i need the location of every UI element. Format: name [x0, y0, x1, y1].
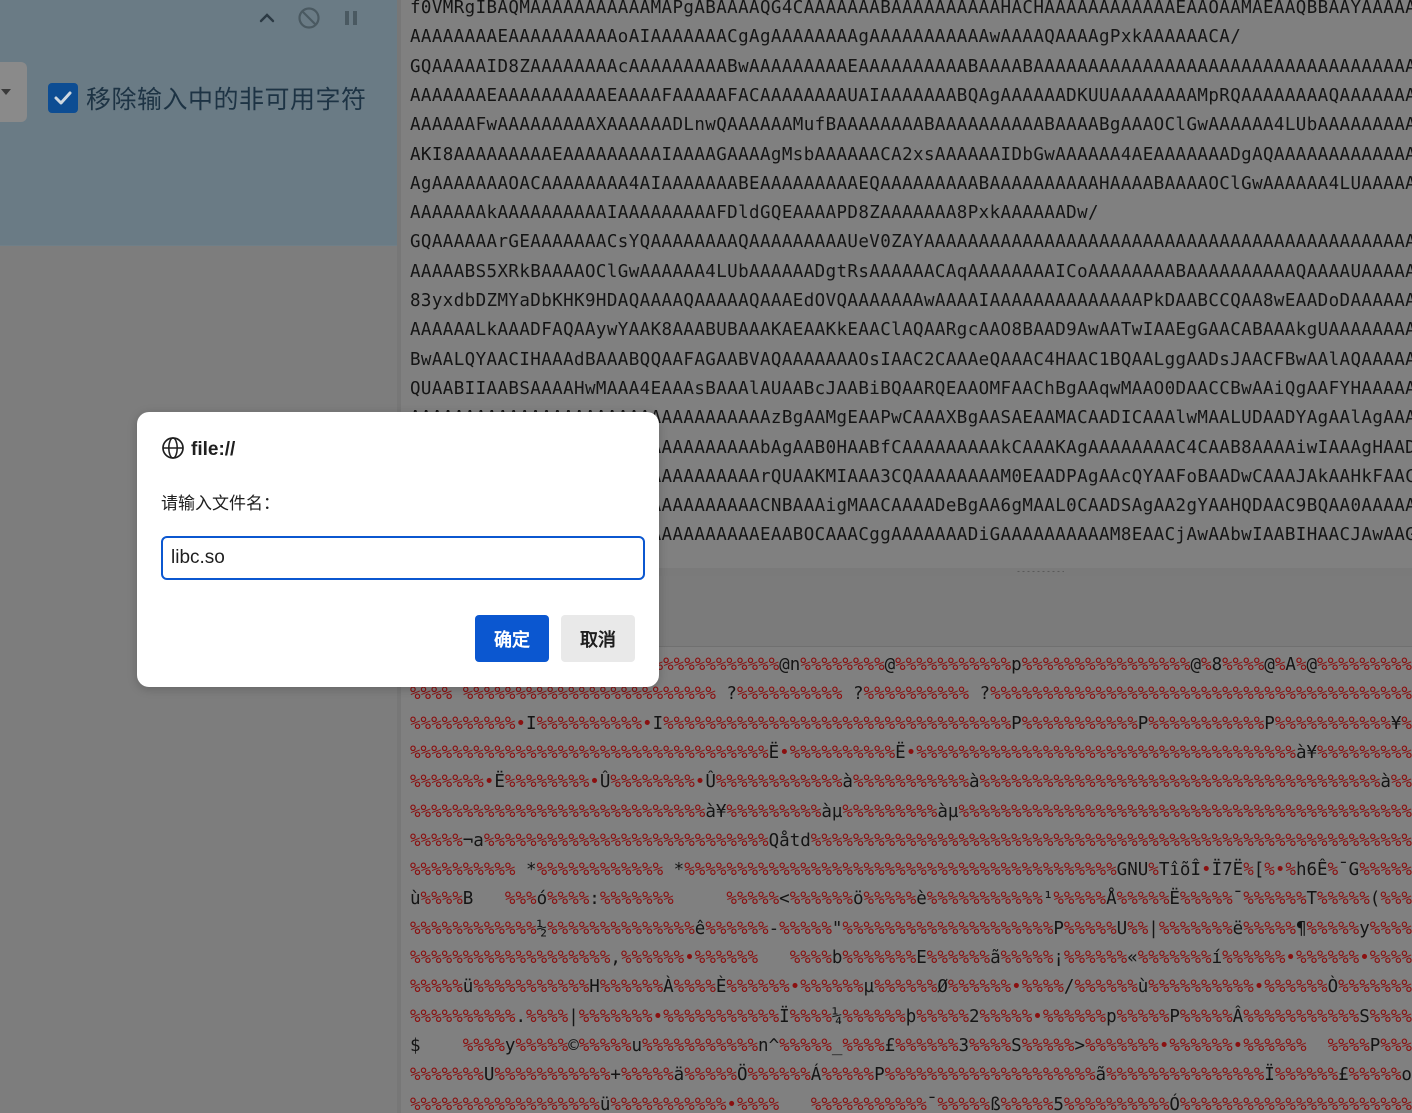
- ban-icon[interactable]: [295, 5, 323, 31]
- base64-line: AAAAAAAkAAAAAAAAAAIAAAAAAAAAFDldGQEAAAAP…: [410, 203, 1099, 224]
- decoded-output-area[interactable]: %%%%%%%%%%%%%%%%%%%%%%%%%%%%%%%%%%%@n%%%…: [401, 647, 1412, 1113]
- dialog-message: 请输入文件名：: [161, 494, 280, 514]
- output-line: %%%%%%%%%%%%%%%%%%%%%%%%%%%%à¥%%%%%%%%%à…: [410, 801, 1412, 822]
- base64-line: f0VMRgIBAQMAAAAAAAAAAAMAPgABAAAAQG4CAAAA…: [410, 0, 1412, 18]
- mode-select[interactable]: [0, 62, 27, 122]
- globe-icon: [161, 436, 185, 464]
- output-line: %%%%%%%%%%%%%%%%%%%,%%%%%%•%%%%%% %%%%b%…: [410, 948, 1412, 968]
- base64-line: QUAABIIAABSAAAAHwMAAA4EAAAsBAAAlAUAABcJA…: [410, 378, 1412, 399]
- base64-line: 83yxdbDZMYaDbKHK9HDAQAAAAQAAAAAQAAAEdOVQ…: [410, 291, 1412, 311]
- base64-line: AAAAABS5XRkBAAAAOClGwAAAAAA4LUbAAAAAADgt…: [410, 261, 1412, 282]
- remove-invalid-chars-option[interactable]: 移除输入中的非可用字符: [48, 82, 367, 114]
- pause-icon[interactable]: [337, 5, 365, 31]
- output-line: %%%%%¬a%%%%%%%%%%%%%%%%%%%%%%%%%%%Qåtd%%…: [410, 830, 1412, 851]
- remove-invalid-chars-checkbox[interactable]: [48, 83, 78, 113]
- output-line: ù%%%%B %%%ó%%%%:%%%%%%% %%%%%<%%%%%%ö%%%…: [410, 889, 1412, 910]
- ok-button[interactable]: 确定: [475, 615, 549, 662]
- base64-line: AAAAAAFwAAAAAAAAAXAAAAAADLnwQAAAAAAMufBA…: [410, 115, 1412, 136]
- cancel-button[interactable]: 取消: [561, 615, 635, 662]
- input-options-panel: 移除输入中的非可用字符: [0, 0, 397, 246]
- output-line: %%%%%%%•Ë%%%%%%%%•Û%%%%%%%%•Û%%%%%%%%%%%…: [410, 772, 1412, 793]
- base64-line: AKI8AAAAAAAAAEAAAAAAAAAIAAAAGAAAAgMsbAAA…: [410, 144, 1412, 165]
- base64-line: GQAAAAAID8ZAAAAAAAAcAAAAAAAAABwAAAAAAAAA…: [410, 56, 1412, 77]
- output-line: %%%%%%%%%%%%%%%%%%ü%%%%%%%%%%%•%%%% %%%%…: [410, 1094, 1412, 1113]
- output-line: %%%%%%%%%% *%%%%%%%%%%%% *%%%%%%%%%%%%%%…: [410, 860, 1412, 881]
- base64-line: AAAAAALkAAADFAQAAywYAAK8AAABUBAAAKAEAAKk…: [410, 320, 1412, 341]
- base64-line: AAAAAAAEAAAAAAAAAAEAAAAFAAAAAFACAAAAAAAA…: [410, 85, 1412, 106]
- output-line: %%%%%%%%%%%%%%%%%%%%%%%%%%%%%%%%%%Ë•%%%%…: [410, 742, 1412, 763]
- base64-line: AgAAAAAAAOACAAAAAAAA4AIAAAAAAABEAAAAAAAA…: [410, 173, 1412, 194]
- filename-input[interactable]: [161, 536, 645, 580]
- grip-icon: [1016, 570, 1064, 573]
- chevron-up-icon[interactable]: [253, 5, 281, 31]
- output-line: %%%%%%%%%%.%%%%|%%%%%%%•%%%%%%%%%%%Ï%%%%…: [410, 1006, 1412, 1027]
- remove-invalid-chars-label: 移除输入中的非可用字符: [86, 85, 367, 114]
- base64-line: GQAAAAAArGEAAAAAAACsYQAAAAAAAAQAAAAAAAAA…: [410, 232, 1412, 253]
- output-line: $ %%%%y%%%%%©%%%%%u%%%%%%%%%%%n^%%%%%_%%…: [410, 1035, 1412, 1056]
- dialog-origin: file://: [161, 436, 235, 464]
- output-line: %%%% %%%%%%%%%%%%%%%%%%%%%%%% ?%%%%%%%%%…: [410, 684, 1412, 705]
- base64-line: AAAAAAAAEAAAAAAAAAAoAIAAAAAAACgAgAAAAAAA…: [410, 27, 1242, 48]
- prompt-dialog: file:// 请输入文件名： 确定 取消: [137, 412, 659, 687]
- base64-line: BwAALQYAACIHAAAdBAAABQQAAFAGAABVAQAAAAAA…: [410, 349, 1412, 370]
- output-line: %%%%%%%%%%%%½%%%%%%%%%%%%%%ê%%%%%%-%%%%%…: [410, 918, 1412, 939]
- chevron-down-icon: [1, 89, 11, 95]
- output-line: %%%%%ü%%%%%%%%%%%H%%%%%%À%%%%È%%%%%%•%%%…: [410, 977, 1412, 998]
- output-line: %%%%%%%U%%%%%%%%%%%+%%%%%ä%%%%%Ö%%%%%%Á%…: [410, 1065, 1412, 1086]
- dialog-origin-text: file://: [191, 439, 236, 460]
- output-line: %%%%%%%%%%•I%%%%%%%%%%•I%%%%%%%%%%%%%%%%…: [410, 713, 1412, 734]
